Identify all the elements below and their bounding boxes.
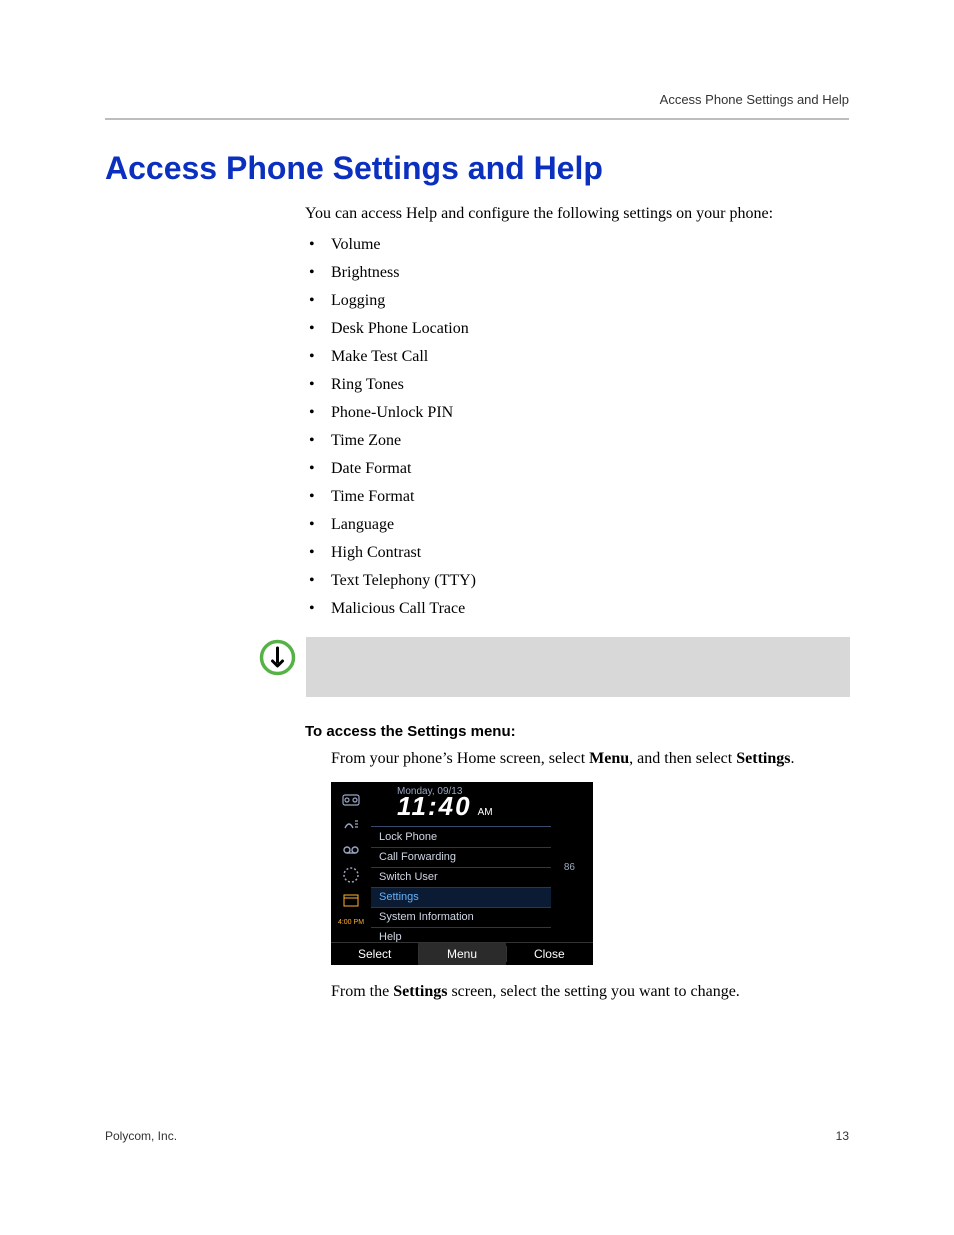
step-text: , and then select <box>629 750 736 767</box>
list-item: Desk Phone Location <box>305 315 850 343</box>
phone-sidebar: 4:00 PM <box>331 782 371 952</box>
phone-menu-item[interactable]: Call Forwarding <box>371 848 551 868</box>
list-item: High Contrast <box>305 539 850 567</box>
phone-menu-item[interactable]: System Information <box>371 908 551 928</box>
calendar-icon <box>341 892 361 908</box>
call-log-icon <box>341 817 361 833</box>
phone-clock: 11:40 <box>397 791 472 822</box>
phone-screenshot: 4:00 PM Monday, 09/13 11:40 AM Lock Phon… <box>331 782 593 965</box>
list-item: Time Format <box>305 483 850 511</box>
list-item: Make Test Call <box>305 343 850 371</box>
list-item: Text Telephony (TTY) <box>305 567 850 595</box>
procedure-step-1: From your phone’s Home screen, select Me… <box>331 750 850 768</box>
phone-menu: Lock Phone Call Forwarding Switch User S… <box>371 828 551 947</box>
procedure-step-2: From the Settings screen, select the set… <box>331 983 850 1001</box>
note-box <box>306 637 850 697</box>
list-item: Date Format <box>305 455 850 483</box>
running-header: Access Phone Settings and Help <box>660 92 849 107</box>
list-item: Malicious Call Trace <box>305 595 850 623</box>
phone-softkeys: Select Menu Close <box>331 942 593 965</box>
status-badge: 86 <box>564 862 575 873</box>
phone-menu-item[interactable]: Switch User <box>371 868 551 888</box>
phone-ampm: AM <box>478 807 493 818</box>
step-bold: Menu <box>589 750 629 767</box>
phone-menu-item[interactable]: Lock Phone <box>371 828 551 848</box>
phone-divider <box>371 826 551 827</box>
intro-text: You can access Help and configure the fo… <box>305 205 850 223</box>
list-item: Brightness <box>305 259 850 287</box>
note-arrow-icon <box>257 637 298 678</box>
phone-menu-item-selected[interactable]: Settings <box>371 888 551 908</box>
list-item: Volume <box>305 231 850 259</box>
list-item: Ring Tones <box>305 371 850 399</box>
step-text: screen, select the setting you want to c… <box>447 983 739 1000</box>
step-text: . <box>790 750 794 767</box>
step-text: From your phone’s Home screen, select <box>331 750 589 767</box>
list-item: Language <box>305 511 850 539</box>
softkey-menu[interactable]: Menu <box>418 943 505 965</box>
step-bold: Settings <box>393 983 447 1000</box>
step-text: From the <box>331 983 393 1000</box>
list-item: Logging <box>305 287 850 315</box>
softkey-select[interactable]: Select <box>331 943 418 965</box>
softkey-close[interactable]: Close <box>506 943 593 965</box>
contacts-loading-icon <box>341 867 361 883</box>
step-bold: Settings <box>736 750 790 767</box>
footer-page-number: 13 <box>836 1129 849 1143</box>
sidebar-time: 4:00 PM <box>338 919 364 926</box>
voicemail-icon <box>341 792 361 808</box>
footer-company: Polycom, Inc. <box>105 1129 177 1143</box>
list-item: Time Zone <box>305 427 850 455</box>
list-item: Phone-Unlock PIN <box>305 399 850 427</box>
voicemail2-icon <box>341 842 361 858</box>
procedure-heading: To access the Settings menu: <box>305 723 850 740</box>
settings-list: Volume Brightness Logging Desk Phone Loc… <box>305 231 850 623</box>
page-title: Access Phone Settings and Help <box>105 150 849 187</box>
header-rule <box>105 118 849 120</box>
note-callout <box>257 637 850 697</box>
